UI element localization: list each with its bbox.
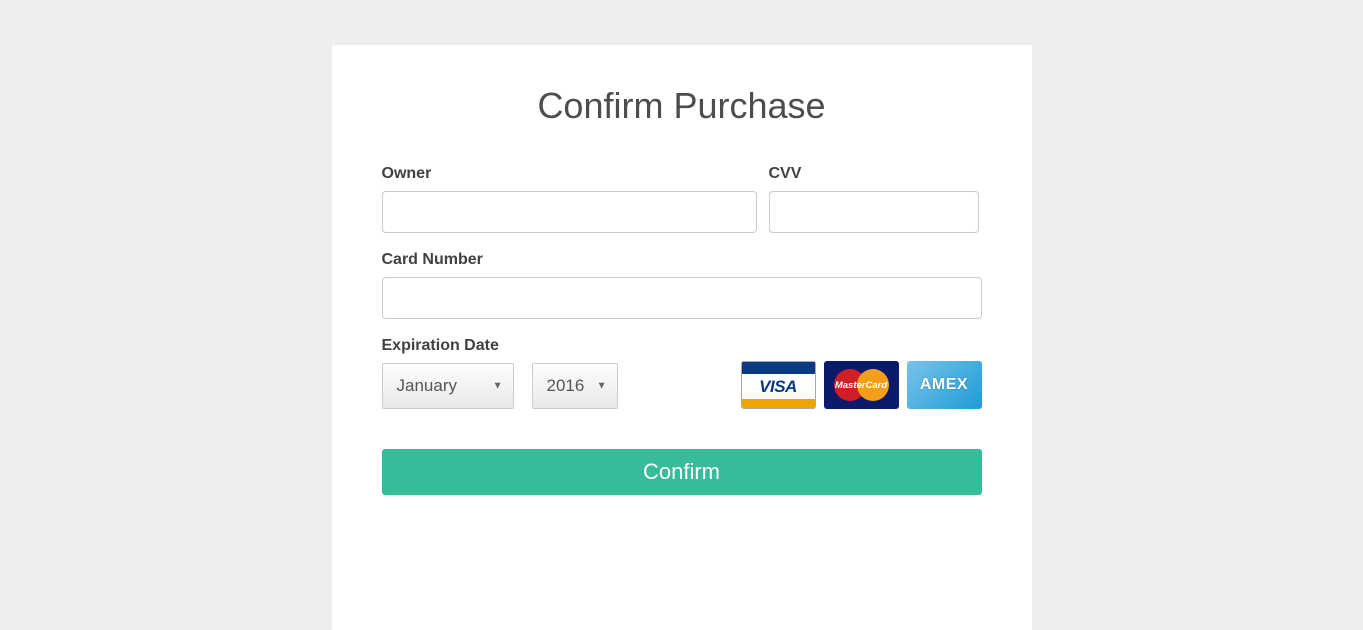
card-number-input[interactable] — [382, 277, 982, 319]
expiration-month-value: January — [383, 376, 457, 396]
expiration-label: Expiration Date — [382, 337, 618, 355]
page-title: Confirm Purchase — [382, 85, 982, 127]
mastercard-icon: MasterCard — [824, 361, 899, 409]
row-card-number: Card Number — [382, 251, 982, 319]
expiration-field-group: Expiration Date January ▼ 2016 ▼ — [382, 337, 618, 409]
visa-icon: VISA — [741, 361, 816, 409]
cvv-field-group: CVV — [769, 165, 979, 233]
payment-form-card: Confirm Purchase Owner CVV Card Number E… — [332, 45, 1032, 630]
amex-icon-label: AMEX — [920, 376, 968, 394]
expiration-year-select[interactable]: 2016 ▼ — [532, 363, 618, 409]
expiration-month-select[interactable]: January ▼ — [382, 363, 514, 409]
row-expiration: Expiration Date January ▼ 2016 ▼ VISA — [382, 337, 982, 409]
cvv-label: CVV — [769, 165, 979, 183]
accepted-cards: VISA MasterCard AMEX — [741, 361, 982, 409]
amex-icon: AMEX — [907, 361, 982, 409]
row-owner-cvv: Owner CVV — [382, 165, 982, 233]
expiration-selects: January ▼ 2016 ▼ — [382, 363, 618, 409]
expiration-year-value: 2016 — [533, 376, 585, 396]
card-number-label: Card Number — [382, 251, 982, 269]
owner-input[interactable] — [382, 191, 757, 233]
chevron-down-icon: ▼ — [493, 381, 503, 392]
owner-label: Owner — [382, 165, 757, 183]
visa-icon-label: VISA — [759, 374, 797, 399]
owner-field-group: Owner — [382, 165, 757, 233]
mastercard-icon-label: MasterCard — [835, 380, 887, 391]
card-number-field-group: Card Number — [382, 251, 982, 319]
chevron-down-icon: ▼ — [597, 381, 607, 392]
confirm-button[interactable]: Confirm — [382, 449, 982, 495]
cvv-input[interactable] — [769, 191, 979, 233]
